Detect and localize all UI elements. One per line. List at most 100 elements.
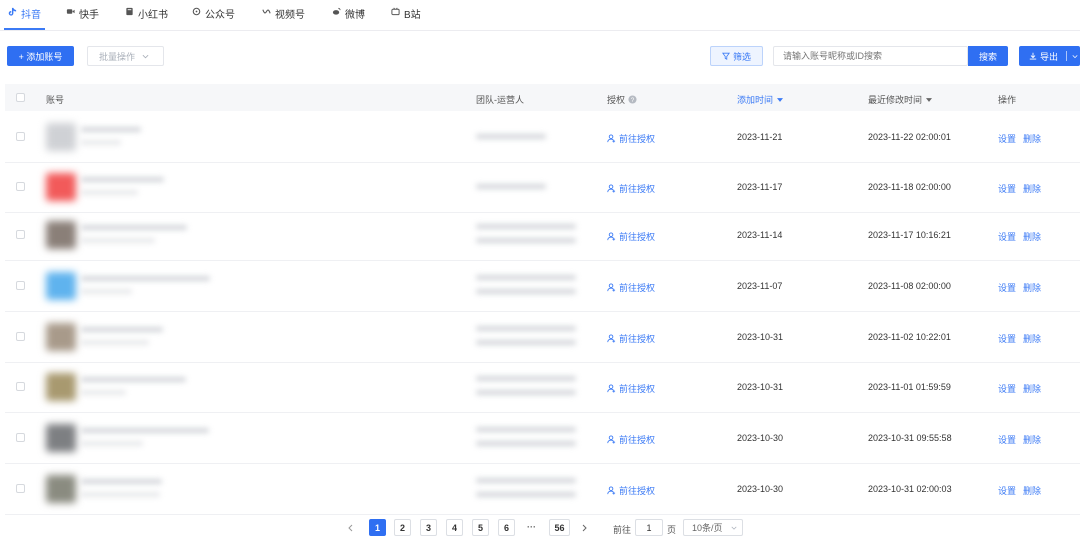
- authorize-link[interactable]: 前往授权: [607, 132, 655, 145]
- delete-link[interactable]: 删除: [1023, 433, 1041, 446]
- modified-time: 2023-11-02 10:22:01: [868, 332, 951, 342]
- delete-link[interactable]: 删除: [1023, 281, 1041, 294]
- delete-link[interactable]: 删除: [1023, 132, 1041, 145]
- delete-link[interactable]: 删除: [1023, 484, 1041, 497]
- authorize-link[interactable]: 前往授权: [607, 433, 655, 446]
- row-checkbox[interactable]: [16, 182, 25, 191]
- page-3[interactable]: 3: [420, 519, 437, 536]
- authorize-link[interactable]: 前往授权: [607, 484, 655, 497]
- svg-text:?: ?: [631, 97, 635, 104]
- tab-kuaishou[interactable]: 快手: [66, 6, 99, 30]
- table-row: 前往授权 2023-11-17 2023-11-18 02:00:00 设置 删除: [5, 162, 1080, 213]
- authorize-label: 前往授权: [619, 232, 656, 242]
- page-6[interactable]: 6: [498, 519, 515, 536]
- added-time: 2023-11-21: [737, 132, 783, 142]
- col-ops: 操作: [998, 95, 1017, 105]
- table-row: 前往授权 2023-11-21 2023-11-22 02:00:01 设置 删除: [5, 112, 1080, 163]
- tab-label: 微博: [345, 10, 365, 21]
- settings-link[interactable]: 设置: [998, 484, 1016, 497]
- filter-button[interactable]: 筛选: [710, 46, 763, 66]
- table-row: 前往授权 2023-10-30 2023-10-31 02:00:03 设置 删除: [5, 464, 1080, 515]
- row-checkbox[interactable]: [16, 281, 25, 290]
- page-1[interactable]: 1: [369, 519, 386, 536]
- authorize-link[interactable]: 前往授权: [607, 382, 655, 395]
- col-added-sort[interactable]: 添加时间: [737, 93, 784, 106]
- tab-xiaohongshu[interactable]: 小红书: [125, 6, 168, 30]
- account-name-redacted: [81, 479, 162, 484]
- page-size-select[interactable]: 10条/页: [683, 519, 743, 536]
- account-id-redacted: [81, 441, 143, 446]
- tab-weibo[interactable]: 微博: [332, 6, 365, 30]
- authorize-label: 前往授权: [619, 486, 656, 496]
- authorize-link[interactable]: 前往授权: [607, 332, 655, 345]
- tab-douyin[interactable]: 抖音: [4, 6, 45, 30]
- tab-label: 小红书: [138, 10, 168, 21]
- settings-link[interactable]: 设置: [998, 433, 1016, 446]
- batch-ops-dropdown[interactable]: 批量操作: [87, 46, 164, 66]
- settings-link[interactable]: 设置: [998, 182, 1016, 195]
- settings-link[interactable]: 设置: [998, 132, 1016, 145]
- tab-bilibili[interactable]: B站: [391, 6, 421, 30]
- tab-wechat-official[interactable]: 公众号: [192, 6, 235, 30]
- row-checkbox[interactable]: [16, 433, 25, 442]
- page-last[interactable]: 56: [549, 519, 570, 536]
- row-checkbox[interactable]: [16, 132, 25, 141]
- select-all-checkbox[interactable]: [16, 93, 25, 102]
- tab-channels[interactable]: 视频号: [262, 6, 305, 30]
- avatar: [46, 221, 76, 249]
- add-account-button[interactable]: + 添加账号: [7, 46, 74, 66]
- search-input[interactable]: [773, 46, 968, 66]
- next-page-icon[interactable]: [582, 524, 588, 532]
- modified-time: 2023-11-01 01:59:59: [868, 382, 951, 392]
- channels-icon: [262, 9, 271, 14]
- authorize-label: 前往授权: [619, 283, 656, 293]
- chevron-down-icon: [731, 526, 737, 530]
- page-2[interactable]: 2: [394, 519, 411, 536]
- page-ellipsis[interactable]: ···: [527, 522, 536, 532]
- col-added-label: 添加时间: [737, 95, 774, 105]
- account-id-redacted: [81, 390, 126, 395]
- search-button[interactable]: 搜索: [968, 46, 1008, 66]
- account-name-redacted: [81, 428, 209, 433]
- settings-link[interactable]: 设置: [998, 332, 1016, 345]
- settings-link[interactable]: 设置: [998, 230, 1016, 243]
- page-4[interactable]: 4: [446, 519, 463, 536]
- prev-page-icon[interactable]: [347, 524, 353, 532]
- help-icon[interactable]: ?: [628, 95, 637, 104]
- account-name-redacted: [81, 327, 163, 332]
- user-icon: [607, 486, 616, 495]
- delete-link[interactable]: 删除: [1023, 332, 1041, 345]
- added-time: 2023-10-31: [737, 332, 784, 342]
- kuaishou-icon: [66, 9, 75, 14]
- export-button[interactable]: 导出: [1019, 46, 1080, 66]
- row-checkbox[interactable]: [16, 332, 25, 341]
- team-redacted: [476, 376, 576, 381]
- avatar: [46, 323, 76, 351]
- authorize-link[interactable]: 前往授权: [607, 182, 655, 195]
- row-checkbox[interactable]: [16, 230, 25, 239]
- authorize-link[interactable]: 前往授权: [607, 281, 655, 294]
- chevron-down-icon: [1072, 54, 1078, 58]
- page-5[interactable]: 5: [472, 519, 489, 536]
- delete-link[interactable]: 删除: [1023, 182, 1041, 195]
- row-checkbox[interactable]: [16, 484, 25, 493]
- team-redacted: [476, 441, 576, 446]
- delete-link[interactable]: 删除: [1023, 230, 1041, 243]
- goto-page-input[interactable]: 1: [635, 519, 663, 536]
- avatar: [46, 173, 76, 201]
- settings-link[interactable]: 设置: [998, 281, 1016, 294]
- avatar: [46, 424, 76, 452]
- col-modified-sort[interactable]: 最近修改时间: [868, 93, 933, 106]
- xiaohongshu-icon: [126, 7, 133, 16]
- table-row: 前往授权 2023-10-31 2023-11-02 10:22:01 设置 删除: [5, 312, 1080, 363]
- platform-tabs: 抖音 快手 小红书 公众号 视频号 微博 B站: [0, 0, 1080, 31]
- export-label: 导出: [1040, 51, 1059, 62]
- row-checkbox[interactable]: [16, 382, 25, 391]
- added-time: 2023-11-17: [737, 182, 783, 192]
- avatar: [46, 272, 76, 300]
- settings-link[interactable]: 设置: [998, 382, 1016, 395]
- delete-link[interactable]: 删除: [1023, 382, 1041, 395]
- authorize-link[interactable]: 前往授权: [607, 230, 655, 243]
- wechat-official-icon: [192, 7, 201, 16]
- team-redacted: [476, 427, 576, 432]
